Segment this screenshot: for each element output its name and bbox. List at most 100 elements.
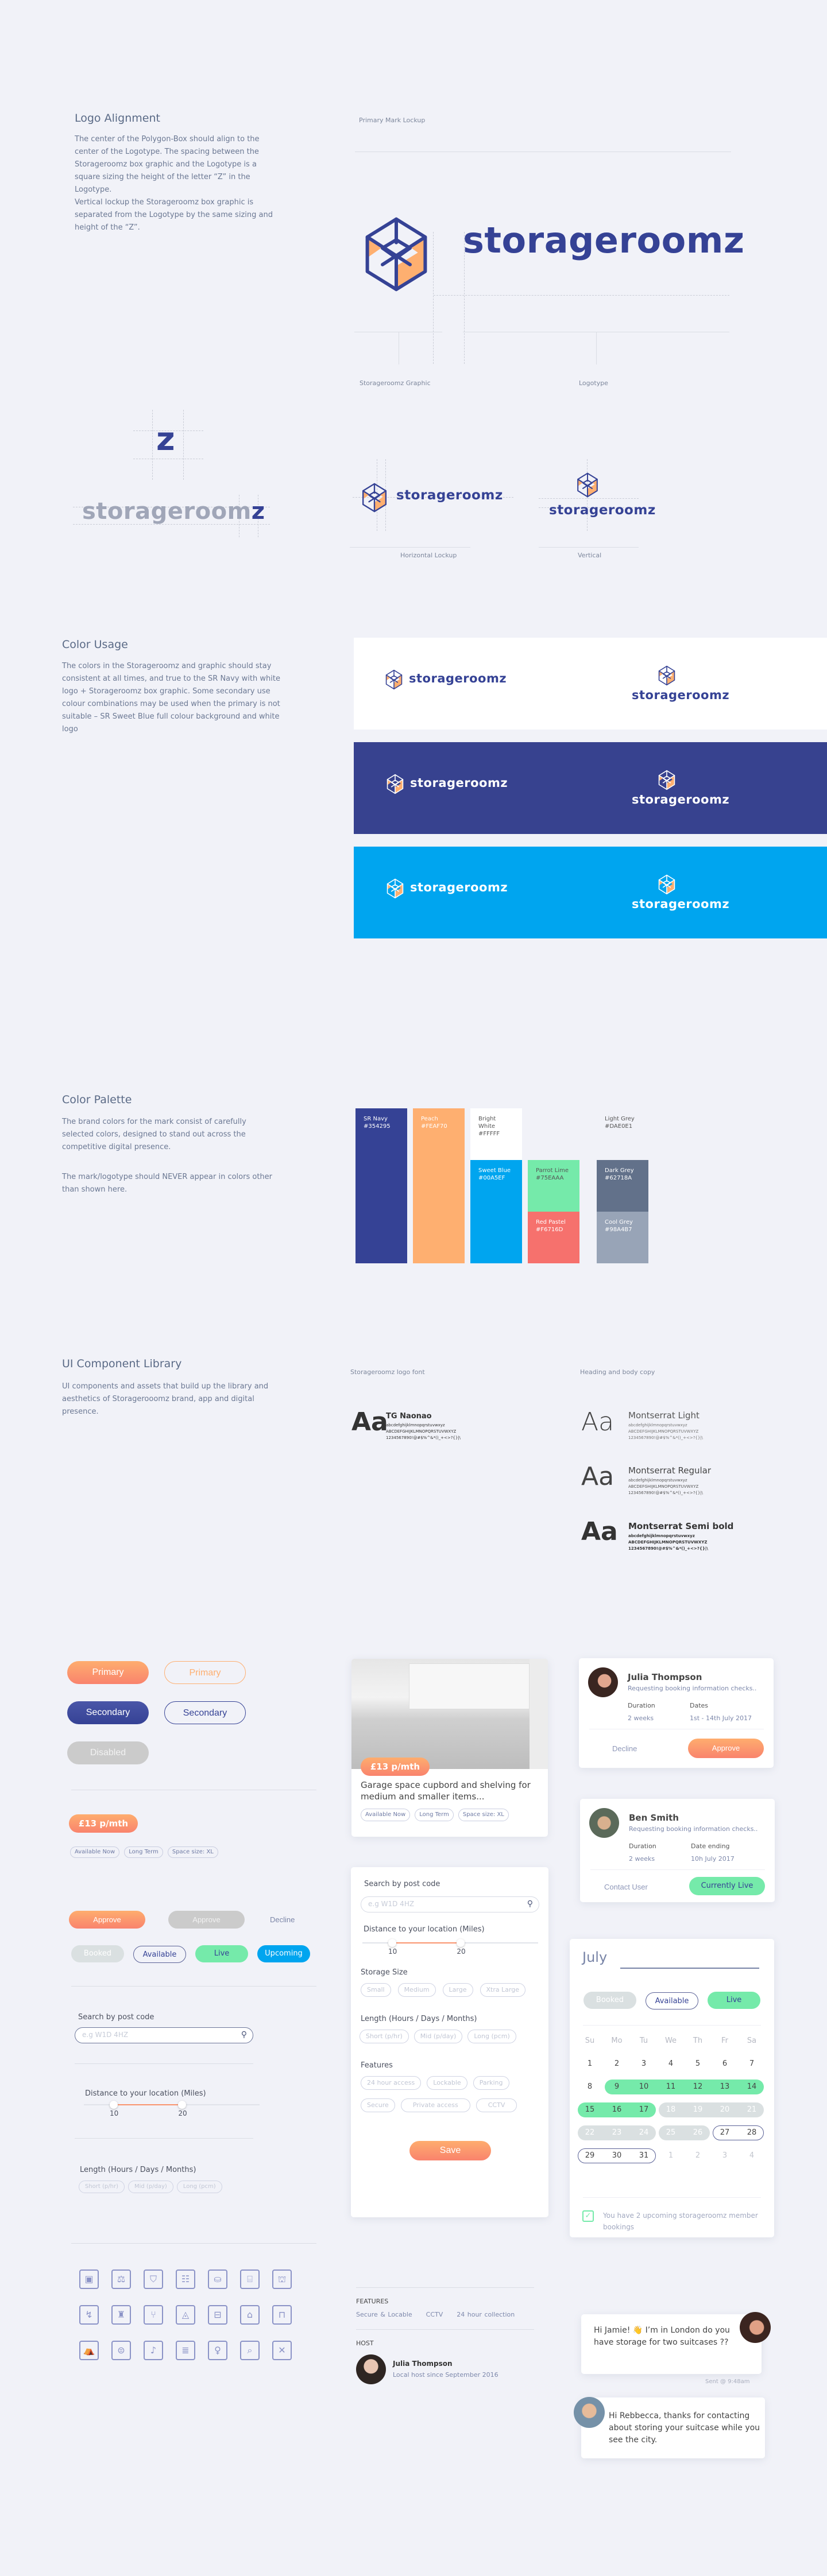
calendar-day[interactable]: 1 bbox=[578, 2057, 602, 2071]
calendar-day[interactable]: 31 bbox=[632, 2148, 656, 2163]
upcoming-bookings-notice: You have 2 upcoming storageroomz member … bbox=[603, 2212, 758, 2231]
calendar-day[interactable]: 11 bbox=[659, 2080, 683, 2094]
calendar-day[interactable]: 18 bbox=[659, 2102, 683, 2117]
secondary-button[interactable]: Secondary bbox=[67, 1701, 149, 1724]
calendar-day[interactable]: 7 bbox=[740, 2057, 764, 2071]
distance-range-slider[interactable]: 10 20 bbox=[84, 2101, 260, 2125]
calendar-day[interactable]: 9 bbox=[605, 2080, 629, 2094]
length-option[interactable]: Long (pcm) bbox=[176, 2181, 222, 2193]
heading-font-label: Heading and body copy bbox=[580, 1368, 655, 1376]
primary-outline-button[interactable]: Primary bbox=[164, 1661, 246, 1684]
calendar-day[interactable]: 19 bbox=[686, 2102, 710, 2117]
cube-logo-icon bbox=[658, 770, 676, 790]
search-icon[interactable]: ⚲ bbox=[527, 1897, 533, 1911]
calendar-day[interactable]: 21 bbox=[740, 2102, 764, 2117]
slider-max-handle[interactable] bbox=[178, 2101, 187, 2109]
calendar-day[interactable]: 24 bbox=[632, 2125, 656, 2140]
calendar-day[interactable]: 13 bbox=[713, 2080, 737, 2094]
calendar-day[interactable]: 4 bbox=[740, 2148, 764, 2163]
distance-label: Distance to your location (Miles) bbox=[364, 1925, 485, 1934]
calendar-grid: Su Mo Tu We Th Fr Sa 1 2 3 4 5 6 7 8 9 10 11 12 13 14 15 16 17 1… bbox=[578, 2034, 767, 2171]
drawers-icon: ☷ bbox=[176, 2269, 195, 2289]
swing-icon: ⊓ bbox=[272, 2305, 292, 2325]
secondary-outline-button[interactable]: Secondary bbox=[164, 1701, 246, 1724]
user-avatar[interactable] bbox=[588, 1667, 618, 1697]
weekday-label: Th bbox=[693, 2036, 703, 2045]
reply-avatar[interactable] bbox=[574, 2397, 605, 2428]
size-option[interactable]: Medium bbox=[397, 1983, 436, 1997]
slider-max-value: 20 bbox=[457, 1947, 466, 1956]
host-name[interactable]: Julia Thompson bbox=[393, 2360, 453, 2368]
calendar-day[interactable]: 14 bbox=[740, 2080, 764, 2094]
feature-option[interactable]: Secure bbox=[361, 2098, 395, 2112]
calendar-day[interactable]: 20 bbox=[713, 2102, 737, 2117]
decline-button[interactable]: Decline bbox=[270, 1911, 295, 1929]
calendar-day[interactable]: 22 bbox=[578, 2125, 602, 2140]
size-option[interactable]: Xtra Large bbox=[480, 1983, 526, 1997]
user-avatar[interactable] bbox=[589, 1808, 619, 1838]
calendar-day[interactable]: 23 bbox=[605, 2125, 629, 2140]
sender-avatar[interactable] bbox=[740, 2312, 771, 2343]
calendar-day[interactable]: 17 bbox=[632, 2102, 656, 2117]
calendar-day[interactable]: 5 bbox=[686, 2057, 710, 2071]
listing-title[interactable]: Garage space cupbord and shelving for me… bbox=[361, 1779, 544, 1802]
approve-button[interactable]: Approve bbox=[688, 1739, 764, 1758]
primary-button[interactable]: Primary bbox=[67, 1661, 149, 1684]
distance-range-slider[interactable]: 10 20 bbox=[362, 1939, 538, 1964]
logo-band-navy: storageroomz storageroomz bbox=[354, 742, 827, 834]
contact-user-button[interactable]: Contact User bbox=[604, 1883, 648, 1891]
tag: Long Term bbox=[415, 1809, 454, 1821]
calendar-day[interactable]: 2 bbox=[686, 2148, 710, 2163]
length-option[interactable]: Mid (p/day) bbox=[127, 2181, 173, 2193]
postcode-search-input[interactable]: e.g W1D 4HZ ⚲ bbox=[361, 1896, 539, 1912]
tent-icon: ⛺ bbox=[79, 2341, 99, 2360]
length-option[interactable]: Mid (p/day) bbox=[413, 2030, 463, 2043]
slider-min-handle[interactable] bbox=[110, 2101, 118, 2109]
calendar-day[interactable]: 25 bbox=[659, 2125, 683, 2140]
cube-logo-icon bbox=[658, 874, 676, 895]
calendar-day[interactable]: 15 bbox=[578, 2102, 602, 2117]
feature-option[interactable]: Parking bbox=[473, 2076, 509, 2090]
feature-option[interactable]: 24 hour access bbox=[361, 2076, 422, 2090]
size-option[interactable]: Large bbox=[442, 1983, 473, 1997]
calendar-day[interactable]: 8 bbox=[578, 2080, 602, 2094]
calendar-day[interactable]: 30 bbox=[605, 2148, 629, 2163]
approve-button[interactable]: Approve bbox=[69, 1911, 145, 1929]
slider-max-handle[interactable] bbox=[457, 1939, 465, 1947]
feature-option[interactable]: CCTV bbox=[476, 2098, 517, 2112]
calendar-day[interactable]: 2 bbox=[605, 2057, 629, 2071]
listing-photo bbox=[351, 1659, 548, 1769]
slider-min-handle[interactable] bbox=[388, 1939, 397, 1947]
font-name: TG Naonao bbox=[386, 1412, 432, 1421]
listing-card[interactable]: £13 p/mth Garage space cupbord and shelv… bbox=[351, 1659, 548, 1837]
save-button[interactable]: Save bbox=[409, 2141, 491, 2160]
font-name: Montserrat Semi bold bbox=[628, 1521, 734, 1531]
calendar-day[interactable]: 1 bbox=[659, 2148, 683, 2163]
features-heading: FEATURES bbox=[356, 2298, 389, 2305]
calendar-day[interactable]: 12 bbox=[686, 2080, 710, 2094]
calendar-card: July Booked Available Live Su Mo Tu We Th Fr S… bbox=[570, 1939, 774, 2237]
decline-button[interactable]: Decline bbox=[612, 1744, 637, 1753]
search-icon[interactable]: ⚲ bbox=[241, 2028, 247, 2042]
feature-option[interactable]: Lockable bbox=[427, 2076, 467, 2090]
postcode-search-input[interactable]: e.g W1D 4HZ ⚲ bbox=[75, 2027, 253, 2043]
length-option[interactable]: Short (p/hr) bbox=[360, 2030, 409, 2043]
length-option[interactable]: Long (pcm) bbox=[467, 2030, 516, 2043]
calendar-day[interactable]: 4 bbox=[659, 2057, 683, 2071]
calendar-day[interactable]: 6 bbox=[713, 2057, 737, 2071]
calendar-day[interactable]: 29 bbox=[578, 2148, 602, 2163]
section-body-2: The mark/logotype should NEVER appear in… bbox=[62, 1173, 272, 1194]
calendar-day[interactable]: 26 bbox=[686, 2125, 710, 2140]
calendar-day[interactable]: 10 bbox=[632, 2080, 656, 2094]
weekday-label: Tu bbox=[639, 2036, 648, 2045]
calendar-day[interactable]: 28 bbox=[740, 2125, 764, 2140]
size-option[interactable]: Small bbox=[361, 1983, 391, 1997]
calendar-day[interactable]: 3 bbox=[713, 2148, 737, 2163]
calendar-day[interactable]: 3 bbox=[632, 2057, 656, 2071]
host-avatar[interactable] bbox=[356, 2354, 386, 2384]
calendar-day[interactable]: 16 bbox=[605, 2102, 629, 2117]
feature-option[interactable]: Private access bbox=[400, 2098, 470, 2112]
length-option[interactable]: Short (p/hr) bbox=[79, 2181, 125, 2193]
request-summary: Requesting booking information checks.. bbox=[628, 1685, 757, 1692]
calendar-day[interactable]: 27 bbox=[713, 2125, 737, 2140]
